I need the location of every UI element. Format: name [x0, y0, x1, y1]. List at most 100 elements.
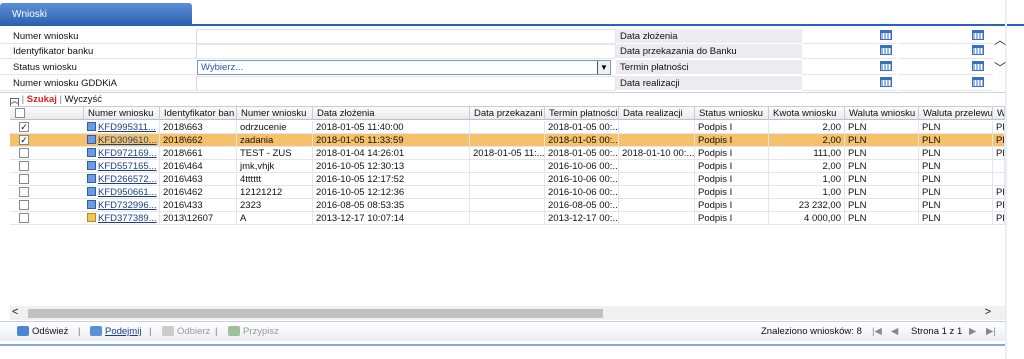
next-page-icon[interactable]: ▶ — [969, 326, 976, 337]
table-cell: Podpis I — [695, 199, 769, 211]
prev-page-icon[interactable]: ◀ — [891, 326, 898, 337]
row-checkbox[interactable] — [19, 213, 29, 223]
calendar-icon[interactable] — [972, 45, 984, 55]
table-row[interactable]: ✓ KFD995311... 2018\663 odrzucenie 2018-01-0… — [10, 121, 1005, 134]
table-row[interactable]: KFD377389... 2013\12607 A 2013-12-17 10:07:… — [10, 212, 1005, 225]
table-cell: 2018-01-04 14:26:01 — [313, 147, 470, 159]
request-number-link[interactable]: KFD972169... — [98, 148, 157, 159]
chevron-left-icon[interactable]: < — [12, 306, 18, 318]
date-input[interactable] — [802, 60, 896, 75]
select-all-checkbox[interactable] — [15, 108, 25, 118]
first-page-icon[interactable]: |◀ — [872, 326, 882, 337]
table-cell: PL — [993, 121, 1005, 133]
table-cell[interactable]: KFD266572... — [84, 173, 160, 185]
column-header[interactable]: Waluta wniosku — [845, 107, 919, 120]
table-cell[interactable]: KFD309610... — [84, 134, 160, 146]
chevron-right-icon[interactable]: > — [985, 306, 991, 318]
request-number-link[interactable]: KFD732996... — [98, 200, 157, 211]
calendar-icon[interactable] — [880, 30, 892, 40]
column-header[interactable]: Numer wniosku — [84, 107, 160, 120]
date-input[interactable] — [898, 29, 993, 44]
date-input[interactable] — [802, 44, 896, 59]
column-header[interactable]: Identyfikator ban — [160, 107, 237, 120]
table-cell: 2018-01-05 00:... — [545, 147, 619, 159]
table-cell: 4 000,00 — [769, 212, 845, 224]
clear-button[interactable]: Wyczyść — [65, 94, 102, 105]
date-input[interactable] — [898, 76, 993, 91]
calendar-icon[interactable] — [880, 77, 892, 87]
request-number-link[interactable]: KFD557165... — [98, 161, 157, 172]
last-page-icon[interactable]: ▶| — [986, 326, 996, 337]
column-header[interactable]: Status wniosku — [695, 107, 769, 120]
assign-button[interactable]: Przypisz — [228, 326, 279, 337]
date-input[interactable] — [802, 29, 896, 44]
calendar-icon[interactable] — [880, 61, 892, 71]
filter-input[interactable] — [196, 29, 616, 44]
table-row[interactable]: KFD950661... 2016\462 12121212 2016-10-05 1… — [10, 186, 1005, 199]
request-number-link[interactable]: KFD950661... — [98, 187, 157, 198]
column-header[interactable]: Kwota wniosku — [769, 107, 845, 120]
table-cell[interactable]: KFD995311... — [84, 121, 160, 133]
row-checkbox[interactable]: ✓ — [19, 122, 29, 132]
refresh-button[interactable]: Odśwież — [17, 326, 68, 337]
calendar-icon[interactable] — [880, 45, 892, 55]
row-checkbox[interactable] — [19, 187, 29, 197]
row-checkbox[interactable] — [19, 148, 29, 158]
column-header[interactable]: Termin płatności — [545, 107, 619, 120]
select-all-header[interactable] — [10, 107, 84, 120]
table-cell: 2016\463 — [160, 173, 237, 185]
column-header[interactable]: W — [993, 107, 1005, 120]
row-checkbox[interactable] — [19, 174, 29, 184]
column-header[interactable]: Waluta przelewu — [919, 107, 993, 120]
take-button[interactable]: Podejmij — [90, 326, 141, 337]
chevron-down-icon[interactable]: ﹀ — [993, 61, 1007, 75]
table-cell[interactable]: KFD972169... — [84, 147, 160, 159]
table-cell: PLN — [845, 173, 919, 185]
chevron-down-icon[interactable]: ▼ — [597, 61, 610, 74]
search-button[interactable]: Szukaj — [27, 94, 57, 105]
table-row[interactable]: KFD557165... 2016\464 jmk,vhjk 2016-10-05 1… — [10, 160, 1005, 173]
row-checkbox[interactable]: ✓ — [19, 135, 29, 145]
table-cell: 2018-01-05 11:... — [470, 147, 545, 159]
table-row[interactable]: ✓ KFD309610... 2018\662 zadania 2018-01-05 1… — [10, 134, 1005, 147]
chevron-up-icon[interactable]: ︿ — [993, 33, 1007, 47]
table-cell: 2013\12607 — [160, 212, 237, 224]
column-header[interactable]: Data przekazani — [470, 107, 545, 120]
tab-wnioski[interactable]: Wnioski — [0, 3, 192, 26]
table-cell: 2016-10-05 12:17:52 — [313, 173, 470, 185]
column-header[interactable]: Data złożenia — [313, 107, 470, 120]
table-cell — [470, 121, 545, 133]
table-row[interactable]: KFD266572... 2016\463 4tttttt 2016-10-05 12… — [10, 173, 1005, 186]
date-input[interactable] — [802, 76, 896, 91]
calendar-icon[interactable] — [972, 30, 984, 40]
date-input[interactable] — [898, 60, 993, 75]
table-cell[interactable]: KFD950661... — [84, 186, 160, 198]
request-number-link[interactable]: KFD266572... — [98, 174, 157, 185]
row-checkbox[interactable] — [19, 161, 29, 171]
table-cell — [619, 160, 695, 172]
table-cell: 2018\661 — [160, 147, 237, 159]
table-row[interactable]: KFD972169... 2018\661 TEST - ZUS 2018-01-04… — [10, 147, 1005, 160]
row-checkbox[interactable] — [19, 200, 29, 210]
table-row[interactable]: KFD732996... 2016\433 2323 2016-08-05 08:53… — [10, 199, 1005, 212]
table-cell[interactable]: KFD377389... — [84, 212, 160, 224]
column-header[interactable]: Data realizacji — [619, 107, 695, 120]
filter-input[interactable] — [196, 76, 616, 91]
table-cell: jmk,vhjk — [237, 160, 313, 172]
request-number-link[interactable]: KFD309610... — [98, 135, 157, 146]
request-number-link[interactable]: KFD995311... — [98, 122, 156, 133]
filter-scroll[interactable]: ︿ ﹀ — [993, 33, 1007, 78]
scrollbar-thumb[interactable] — [28, 309, 603, 318]
table-cell: Podpis I — [695, 121, 769, 133]
request-number-link[interactable]: KFD377389... — [98, 213, 157, 224]
calendar-icon[interactable] — [972, 61, 984, 71]
column-header[interactable]: Numer wniosku — [237, 107, 313, 120]
calendar-icon[interactable] — [972, 77, 984, 87]
table-cell[interactable]: KFD732996... — [84, 199, 160, 211]
status-select[interactable]: Wybierz... ▼ — [197, 60, 611, 75]
filter-input[interactable] — [196, 44, 616, 59]
table-cell: PLN — [919, 160, 993, 172]
date-input[interactable] — [898, 44, 993, 59]
reject-button[interactable]: Odbierz — [162, 326, 210, 337]
table-cell[interactable]: KFD557165... — [84, 160, 160, 172]
